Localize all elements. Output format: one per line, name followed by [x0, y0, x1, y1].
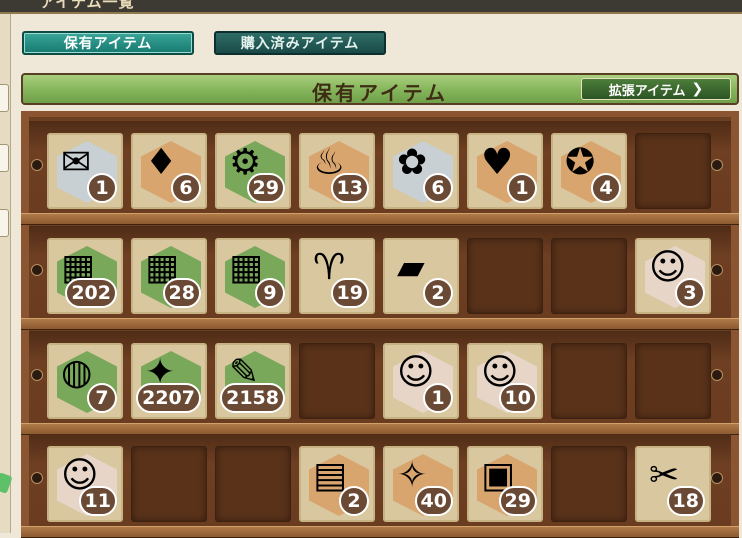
empty-slot — [131, 446, 207, 522]
item-count-badge: 1 — [423, 383, 453, 413]
tab-purchased-items[interactable]: 購入済みアイテム — [214, 31, 386, 55]
shelf-peg — [711, 472, 723, 484]
item-count-badge: 6 — [423, 173, 453, 203]
extension-items-label: 拡張アイテム — [608, 83, 686, 99]
item-count-badge: 13 — [330, 173, 369, 203]
item-count-badge: 18 — [666, 486, 705, 516]
item-slot[interactable]: ♥ 1 — [467, 133, 543, 209]
shelf-plank — [21, 526, 739, 538]
item-count-badge: 2 — [423, 278, 453, 308]
decor-gem-icon — [0, 472, 13, 494]
item-count-badge: 1 — [507, 173, 537, 203]
item-count-badge: 1 — [87, 173, 117, 203]
shelf-peg — [31, 472, 43, 484]
empty-slot — [467, 238, 543, 314]
item-slot[interactable]: ▦ 28 — [131, 238, 207, 314]
item-count-badge: 4 — [591, 173, 621, 203]
item-count-badge: 9 — [255, 278, 285, 308]
red-chest-icon: ♦ — [145, 142, 178, 183]
item-count-badge: 7 — [87, 383, 117, 413]
empty-slot — [635, 133, 711, 209]
item-count-badge: 10 — [498, 383, 537, 413]
item-slot[interactable]: ♦ 6 — [131, 133, 207, 209]
item-count-badge: 2158 — [220, 383, 285, 413]
item-slot[interactable]: ✧ 40 — [383, 446, 459, 522]
empty-slot — [551, 446, 627, 522]
item-count-badge: 3 — [675, 278, 705, 308]
shelf-peg — [711, 159, 723, 171]
shelf-peg — [711, 369, 723, 381]
item-slot[interactable]: ☺ 1 — [383, 343, 459, 419]
item-count-badge: 29 — [498, 486, 537, 516]
item-slot[interactable]: ✿ 6 — [383, 133, 459, 209]
item-slot[interactable]: ▦ 9 — [215, 238, 291, 314]
item-slot[interactable]: ▤ 2 — [299, 446, 375, 522]
item-slot[interactable]: ✪ 4 — [551, 133, 627, 209]
document-envelope-icon: ✉ — [61, 142, 92, 183]
shelf-peg — [31, 264, 43, 276]
side-tab[interactable] — [0, 209, 9, 237]
item-shelf: ✉ 1 ♦ 6 ⚙ 29 ♨ 13 ✿ 6 ♥ 1 ✪ 4 ▦ 202 ▦ 28 ▦ 9 ♈ 19 ▰ 2 ☺ 3 ◍ 7 ✦ 2207 ✎… — [21, 111, 739, 538]
item-count-badge: 6 — [171, 173, 201, 203]
item-count-badge: 202 — [65, 278, 117, 308]
item-slot[interactable]: ◍ 7 — [47, 343, 123, 419]
item-count-badge: 2 — [339, 486, 369, 516]
item-count-badge: 29 — [246, 173, 285, 203]
item-slot[interactable]: ☺ 10 — [467, 343, 543, 419]
item-slot[interactable]: ▦ 202 — [47, 238, 123, 314]
item-slot[interactable]: ⚙ 29 — [215, 133, 291, 209]
item-count-badge: 28 — [162, 278, 201, 308]
item-slot[interactable]: ✂ 18 — [635, 446, 711, 522]
plank-icon: ▰ — [397, 247, 425, 288]
side-tab[interactable] — [0, 144, 9, 172]
item-slot[interactable]: ♈ 19 — [299, 238, 375, 314]
lantern-icon: ▤ — [313, 455, 348, 496]
side-panel-edge — [0, 14, 13, 533]
shelf-plank — [21, 318, 739, 330]
item-slot[interactable]: ☺ 3 — [635, 238, 711, 314]
item-slot[interactable]: ☺ 11 — [47, 446, 123, 522]
side-tab[interactable] — [0, 84, 9, 112]
repair-bucket-icon: ◍ — [61, 352, 93, 393]
medal-icon: ✪ — [565, 142, 596, 183]
item-count-badge: 11 — [78, 486, 117, 516]
shelf-plank — [21, 213, 739, 225]
empty-slot — [299, 343, 375, 419]
empty-slot — [551, 238, 627, 314]
item-count-badge: 40 — [414, 486, 453, 516]
item-slot[interactable]: ♨ 13 — [299, 133, 375, 209]
red-bag-icon: ♥ — [481, 142, 514, 183]
item-count-badge: 2207 — [136, 383, 201, 413]
extension-items-button[interactable]: 拡張アイテム ❯ — [581, 78, 731, 100]
item-slot[interactable]: ▣ 29 — [467, 446, 543, 522]
red-box-icon: ▦ — [229, 247, 264, 288]
item-slot[interactable]: ✦ 2207 — [131, 343, 207, 419]
chevron-right-icon: ❯ — [691, 81, 704, 97]
tab-owned-items[interactable]: 保有アイテム — [22, 31, 194, 55]
empty-slot — [635, 343, 711, 419]
item-count-badge: 19 — [330, 278, 369, 308]
item-slot[interactable]: ✉ 1 — [47, 133, 123, 209]
item-slot[interactable]: ▰ 2 — [383, 238, 459, 314]
shelf-peg — [31, 369, 43, 381]
shelf-peg — [711, 264, 723, 276]
empty-slot — [215, 446, 291, 522]
section-banner: 保有アイテム 拡張アイテム ❯ — [21, 73, 739, 105]
empty-slot — [551, 343, 627, 419]
item-slot[interactable]: ✎ 2158 — [215, 343, 291, 419]
gift-box-icon: ✿ — [397, 142, 428, 183]
shelf-peg — [31, 159, 43, 171]
window-title: アイテム一覧 — [40, 0, 135, 11]
window-top-bar: アイテム一覧 — [0, 0, 742, 14]
